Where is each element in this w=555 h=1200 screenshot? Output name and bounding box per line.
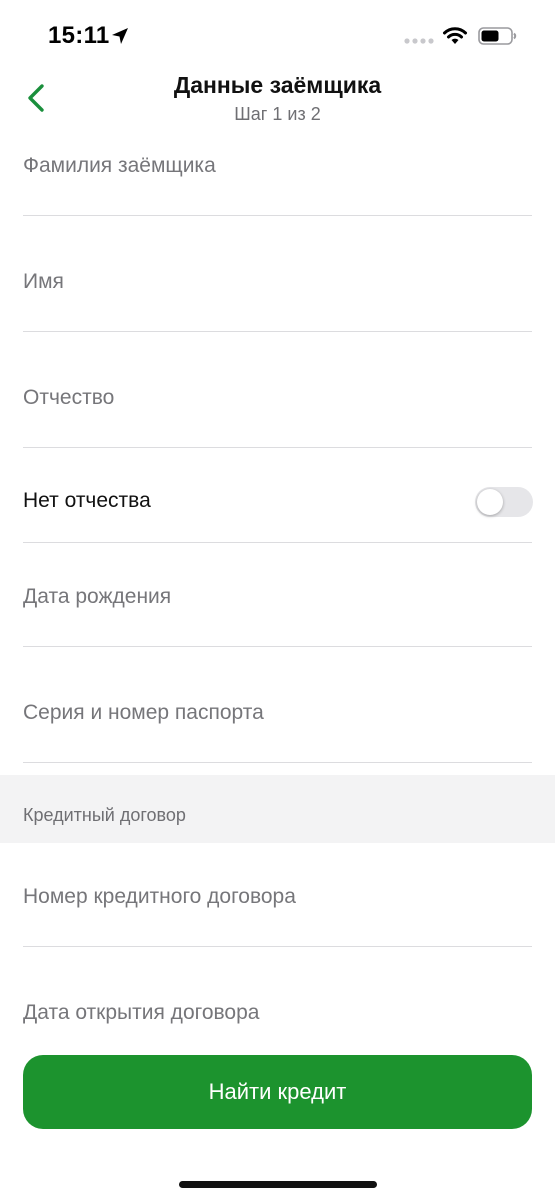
passport-label: Серия и номер паспорта xyxy=(23,701,264,724)
contract-date-label: Дата открытия договора xyxy=(23,1001,260,1024)
contract-number-field[interactable]: Номер кредитного договора xyxy=(23,843,532,947)
no-patronymic-toggle[interactable] xyxy=(475,487,533,517)
section-title: Кредитный договор xyxy=(23,805,186,825)
status-time: 15:11 xyxy=(48,22,110,49)
no-patronymic-row: Нет отчества xyxy=(23,449,533,543)
name-label: Имя xyxy=(23,270,64,293)
signal-dots-icon xyxy=(404,38,434,44)
wifi-icon xyxy=(443,27,467,44)
passport-field[interactable]: Серия и номер паспорта xyxy=(23,647,532,763)
birth-date-label: Дата рождения xyxy=(23,585,172,608)
page-title: Данные заёмщика xyxy=(173,72,382,98)
section-header: Кредитный договор xyxy=(0,775,555,843)
patronymic-field[interactable]: Отчество xyxy=(23,332,532,448)
toggle-knob xyxy=(477,489,503,515)
name-field[interactable]: Имя xyxy=(23,216,532,332)
home-indicator xyxy=(179,1181,377,1188)
no-patronymic-label: Нет отчества xyxy=(23,489,151,512)
surname-label: Фамилия заёмщика xyxy=(23,154,216,177)
contract-date-field[interactable]: Дата открытия договора xyxy=(23,947,532,1047)
surname-field[interactable]: Фамилия заёмщика xyxy=(23,140,532,216)
location-arrow-icon xyxy=(112,28,128,44)
battery-icon xyxy=(478,27,517,45)
step-indicator: Шаг 1 из 2 xyxy=(234,104,321,124)
patronymic-label: Отчество xyxy=(23,386,115,409)
find-credit-button[interactable]: Найти кредит xyxy=(23,1055,532,1129)
status-bar: 15:11 xyxy=(0,0,555,70)
birth-date-field[interactable]: Дата рождения xyxy=(23,543,532,647)
contract-number-label: Номер кредитного договора xyxy=(23,885,296,908)
